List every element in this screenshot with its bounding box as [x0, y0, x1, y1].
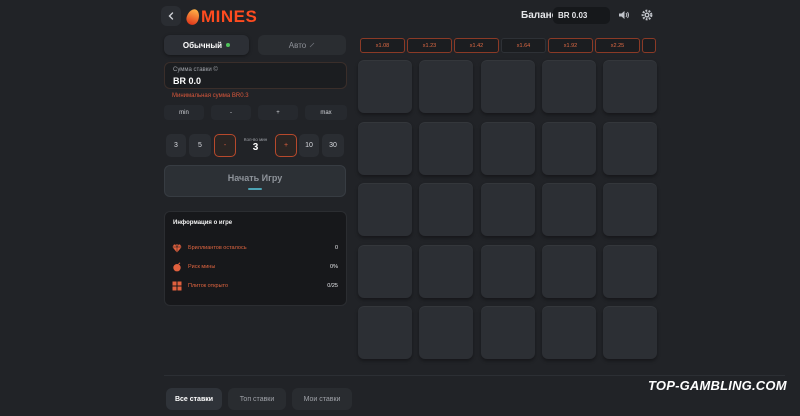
mine-tile[interactable] — [481, 122, 535, 175]
mine-tile[interactable] — [603, 60, 657, 113]
bet-increase-button[interactable]: + — [258, 105, 298, 120]
mines-preset-5[interactable]: 5 — [189, 134, 211, 157]
mine-tile[interactable] — [419, 122, 473, 175]
watermark: TOP-GAMBLING.COM — [648, 378, 787, 393]
multiplier-chip: x1.23 — [407, 38, 452, 53]
bottom-divider — [164, 375, 785, 376]
bet-decrease-button[interactable]: - — [211, 105, 251, 120]
mine-tile[interactable] — [603, 122, 657, 175]
multiplier-chip: x1.92 — [548, 38, 593, 53]
info-row-tiles: Плиток открыто 0/25 — [171, 280, 338, 292]
tab-auto-label: Авто — [288, 40, 307, 50]
mine-tile[interactable] — [481, 60, 535, 113]
tab-all-bets[interactable]: Все ставки — [166, 388, 222, 410]
mine-tile[interactable] — [419, 183, 473, 236]
mine-tile[interactable] — [542, 183, 596, 236]
mine-tile[interactable] — [542, 306, 596, 359]
mine-tile[interactable] — [481, 183, 535, 236]
mines-preset-30[interactable]: 30 — [322, 134, 344, 157]
chevron-left-icon — [168, 12, 174, 20]
info-row-risk: Риск мины 0% — [171, 261, 338, 273]
info-diamonds-value: 0 — [334, 245, 338, 251]
info-risk-value: 0% — [330, 264, 338, 270]
start-game-label: Начать Игру — [227, 172, 283, 183]
bet-min-button[interactable]: min — [164, 105, 204, 120]
mines-preset-3[interactable]: 3 — [166, 134, 186, 157]
tab-auto[interactable]: Авто — [258, 35, 346, 55]
min-bet-note: Минимальная сумма BR0.3 — [172, 93, 249, 99]
diamond-icon — [171, 243, 182, 254]
mines-count-value: 3 — [252, 142, 259, 153]
bet-amount-label: Сумма ставки © — [173, 67, 218, 73]
mine-icon — [171, 262, 182, 273]
logo-text: MINES — [201, 7, 258, 26]
speaker-icon[interactable] — [617, 8, 631, 22]
mine-tile[interactable] — [542, 122, 596, 175]
multiplier-chip: x1.08 — [360, 38, 405, 53]
bet-max-button[interactable]: max — [305, 105, 347, 120]
auto-indicator-icon — [309, 42, 315, 48]
active-dot-icon — [226, 43, 231, 47]
back-button[interactable] — [161, 6, 181, 26]
mine-tile[interactable] — [358, 183, 412, 236]
mine-tile[interactable] — [603, 306, 657, 359]
tab-top-bets[interactable]: Топ ставки — [228, 388, 286, 410]
mine-tile[interactable] — [542, 60, 596, 113]
mine-tile[interactable] — [419, 306, 473, 359]
bet-amount-input[interactable]: Сумма ставки © BR 0.0 — [164, 62, 347, 89]
mine-tile[interactable] — [358, 306, 412, 359]
mine-tile[interactable] — [358, 245, 412, 298]
mines-decrease-button[interactable]: - — [214, 134, 236, 157]
gear-icon[interactable] — [640, 8, 654, 22]
start-game-button[interactable]: Начать Игру — [164, 165, 346, 197]
multiplier-chip-partial — [642, 38, 656, 53]
grid-icon — [171, 281, 182, 292]
mine-tile[interactable] — [542, 245, 596, 298]
game-info-panel: Информация о игре Бриллиантов осталось 0… — [164, 211, 347, 306]
mines-logo: MINES — [184, 6, 258, 28]
start-underline — [248, 187, 262, 190]
info-diamonds-label: Бриллиантов осталось — [188, 245, 247, 251]
mines-count-display: Кол-во мин 3 — [238, 134, 273, 157]
multiplier-chip: x1.64 — [501, 38, 546, 53]
mine-tile[interactable] — [419, 60, 473, 113]
mine-tile[interactable] — [358, 60, 412, 113]
mine-tile[interactable] — [603, 183, 657, 236]
mines-preset-10[interactable]: 10 — [299, 134, 319, 157]
tab-my-bets[interactable]: Мои ставки — [292, 388, 352, 410]
mine-tile[interactable] — [603, 245, 657, 298]
mine-tile[interactable] — [481, 306, 535, 359]
multiplier-chip: x2.25 — [595, 38, 640, 53]
mines-increase-button[interactable]: + — [275, 134, 297, 157]
logo-flame-icon — [184, 7, 202, 27]
balance-value: BR 0.03 — [553, 7, 610, 24]
info-row-diamonds: Бриллиантов осталось 0 — [171, 242, 338, 254]
mine-tile[interactable] — [481, 245, 535, 298]
tab-normal[interactable]: Обычный — [164, 35, 249, 55]
bet-amount-value: BR 0.0 — [173, 76, 202, 86]
mine-tile[interactable] — [358, 122, 412, 175]
info-tiles-value: 0/25 — [327, 283, 338, 289]
multiplier-chip: x1.42 — [454, 38, 499, 53]
info-risk-label: Риск мины — [188, 264, 216, 270]
mine-tile[interactable] — [419, 245, 473, 298]
info-tiles-label: Плиток открыто — [188, 283, 229, 289]
info-title: Информация о игре — [173, 220, 233, 226]
tab-normal-label: Обычный — [182, 40, 223, 50]
